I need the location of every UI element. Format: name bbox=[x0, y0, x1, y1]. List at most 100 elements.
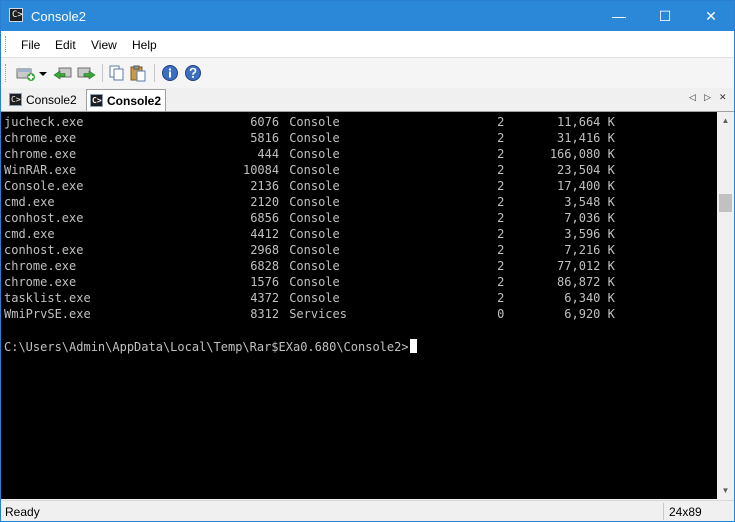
title-bar[interactable]: C> Console2 — ☐ ✕ bbox=[1, 1, 734, 31]
paste-icon[interactable] bbox=[129, 64, 147, 82]
close-button[interactable]: ✕ bbox=[688, 1, 734, 31]
menu-help[interactable]: Help bbox=[132, 38, 157, 52]
memory-usage: 166,080 K bbox=[549, 147, 615, 161]
session-number: 2 bbox=[497, 211, 505, 225]
copy-icon[interactable] bbox=[108, 64, 126, 82]
session-number: 2 bbox=[497, 243, 505, 257]
memory-usage: 7,036 K bbox=[564, 211, 615, 225]
session-number: 2 bbox=[497, 275, 505, 289]
process-pid: 1576 bbox=[250, 275, 280, 289]
process-name: WmiPrvSE.exe bbox=[4, 307, 91, 321]
memory-usage: 17,400 K bbox=[557, 179, 615, 193]
console-tab-icon: C> bbox=[90, 94, 103, 107]
status-divider bbox=[663, 503, 664, 520]
menu-bar: File Edit View Help bbox=[1, 31, 734, 57]
process-name: conhost.exe bbox=[4, 211, 84, 225]
memory-usage: 6,340 K bbox=[564, 291, 615, 305]
console-app-icon[interactable]: C> bbox=[9, 8, 23, 22]
process-pid: 444 bbox=[257, 147, 280, 161]
tab-label: Console2 bbox=[107, 94, 162, 108]
menu-file[interactable]: File bbox=[21, 38, 40, 52]
process-pid: 2120 bbox=[250, 195, 280, 209]
tab-next-icon[interactable]: ▷ bbox=[704, 92, 711, 103]
memory-usage: 11,664 K bbox=[557, 115, 615, 129]
session-name: Console bbox=[289, 179, 340, 193]
tab-console2-1[interactable]: C> Console2 bbox=[6, 89, 84, 110]
process-pid: 10084 bbox=[242, 163, 280, 177]
dropdown-arrow-icon[interactable] bbox=[38, 64, 48, 82]
process-name: chrome.exe bbox=[4, 147, 77, 161]
session-name: Console bbox=[289, 227, 340, 241]
memory-usage: 3,596 K bbox=[564, 227, 615, 241]
toolbar-grip[interactable] bbox=[5, 64, 8, 82]
process-name: Console.exe bbox=[4, 179, 84, 193]
vertical-scrollbar[interactable]: ▲ ▼ bbox=[717, 112, 734, 499]
tab-close-icon[interactable]: ✕ bbox=[719, 92, 727, 103]
session-number: 2 bbox=[497, 195, 505, 209]
session-number: 2 bbox=[497, 115, 505, 129]
tab-prev-icon[interactable]: ◁ bbox=[689, 92, 696, 103]
session-name: Console bbox=[289, 115, 340, 129]
process-pid: 5816 bbox=[250, 131, 280, 145]
session-name: Console bbox=[289, 243, 340, 257]
prompt-text: C:\Users\Admin\AppData\Local\Temp\Rar$EX… bbox=[4, 340, 409, 354]
process-name: chrome.exe bbox=[4, 259, 77, 273]
process-name: chrome.exe bbox=[4, 275, 77, 289]
tab-icon-glyph: C> bbox=[11, 95, 21, 104]
menu-edit[interactable]: Edit bbox=[55, 38, 76, 52]
process-pid: 6828 bbox=[250, 259, 280, 273]
process-name: WinRAR.exe bbox=[4, 163, 77, 177]
memory-usage: 3,548 K bbox=[564, 195, 615, 209]
process-name: cmd.exe bbox=[4, 227, 55, 241]
session-name: Console bbox=[289, 195, 340, 209]
session-name: Console bbox=[289, 291, 340, 305]
new-tab-icon[interactable] bbox=[15, 64, 37, 82]
menu-grip[interactable] bbox=[5, 36, 8, 52]
info-icon[interactable] bbox=[161, 64, 179, 82]
session-name: Console bbox=[289, 211, 340, 225]
session-name: Console bbox=[289, 147, 340, 161]
process-pid: 2968 bbox=[250, 243, 280, 257]
session-number: 2 bbox=[497, 179, 505, 193]
command-prompt[interactable]: C:\Users\Admin\AppData\Local\Temp\Rar$EX… bbox=[4, 339, 417, 355]
console2-window: C> Console2 — ☐ ✕ File Edit View Help C>… bbox=[0, 0, 735, 522]
session-number: 2 bbox=[497, 291, 505, 305]
process-pid: 8312 bbox=[250, 307, 280, 321]
status-text: Ready bbox=[5, 505, 40, 519]
memory-usage: 6,920 K bbox=[564, 307, 615, 321]
window-title: Console2 bbox=[31, 9, 86, 24]
memory-usage: 31,416 K bbox=[557, 131, 615, 145]
process-pid: 2136 bbox=[250, 179, 280, 193]
process-name: conhost.exe bbox=[4, 243, 84, 257]
toolbar bbox=[1, 57, 734, 89]
process-pid: 6856 bbox=[250, 211, 280, 225]
toolbar-separator bbox=[154, 64, 155, 82]
menu-view[interactable]: View bbox=[91, 38, 117, 52]
scroll-up-arrow-icon[interactable]: ▲ bbox=[717, 112, 734, 129]
session-name: Console bbox=[289, 259, 340, 273]
status-bar: Ready 24x89 bbox=[1, 500, 734, 521]
session-name: Console bbox=[289, 275, 340, 289]
help-icon[interactable] bbox=[184, 64, 202, 82]
session-number: 2 bbox=[497, 163, 505, 177]
text-cursor bbox=[409, 339, 417, 353]
session-number: 2 bbox=[497, 227, 505, 241]
console-output[interactable]: jucheck.exe 6076 Console 2 11,664 K chrome.ex… bbox=[1, 112, 717, 499]
maximize-button[interactable]: ☐ bbox=[642, 1, 688, 31]
tab-console2-2[interactable]: C> Console2 bbox=[86, 89, 166, 111]
minimize-button[interactable]: — bbox=[596, 1, 642, 31]
process-pid: 4372 bbox=[250, 291, 280, 305]
scroll-down-arrow-icon[interactable]: ▼ bbox=[717, 482, 734, 499]
console-dimensions: 24x89 bbox=[669, 505, 702, 519]
scroll-thumb[interactable] bbox=[719, 194, 732, 212]
console-tab-icon: C> bbox=[9, 93, 22, 106]
process-name: jucheck.exe bbox=[4, 115, 84, 129]
memory-usage: 86,872 K bbox=[557, 275, 615, 289]
toolbar-separator bbox=[102, 64, 103, 82]
process-pid: 4412 bbox=[250, 227, 280, 241]
forward-icon[interactable] bbox=[76, 64, 96, 82]
back-icon[interactable] bbox=[53, 64, 73, 82]
tab-icon-glyph: C> bbox=[92, 96, 102, 105]
process-pid: 6076 bbox=[250, 115, 280, 129]
process-name: chrome.exe bbox=[4, 131, 77, 145]
